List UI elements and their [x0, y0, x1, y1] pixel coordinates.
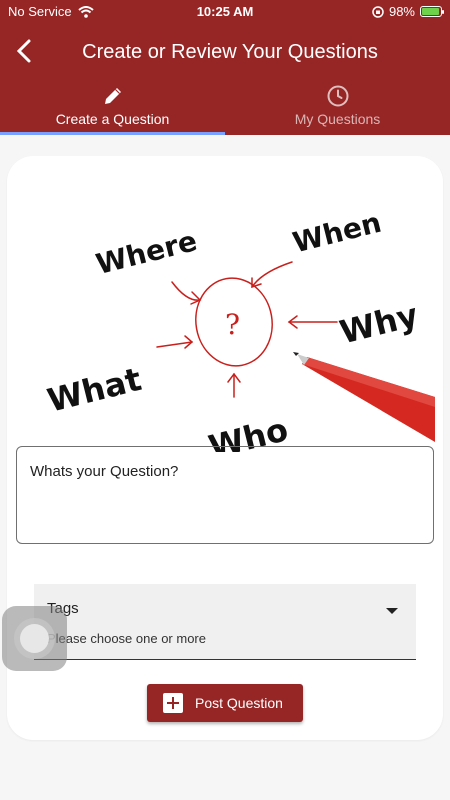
active-tab-indicator	[0, 132, 225, 135]
app-bar: Create or Review Your Questions	[0, 24, 450, 80]
word-where: Where	[93, 224, 201, 281]
orientation-lock-icon	[372, 5, 384, 18]
question-form-card: Where When Why What Who ? Whats your Que…	[7, 156, 443, 740]
page-title: Create or Review Your Questions	[82, 41, 378, 63]
tags-hint: Please choose one or more	[47, 631, 206, 646]
tab-bar: Create a Question My Questions	[0, 80, 450, 135]
status-bar: No Service 10:25 AM 98%	[0, 0, 450, 24]
battery-icon	[420, 6, 444, 17]
tab-create-question-label: Create a Question	[55, 111, 170, 127]
question-input[interactable]: Whats your Question?	[16, 446, 434, 544]
word-why: Why	[336, 296, 422, 352]
tab-my-questions-label: My Questions	[294, 111, 381, 127]
pencil-icon	[104, 88, 121, 104]
tab-my-questions[interactable]: My Questions	[225, 80, 450, 135]
tags-dropdown[interactable]: Tags Please choose one or more	[34, 584, 416, 660]
clock-icon	[327, 85, 348, 107]
word-what: What	[44, 360, 145, 420]
add-box-icon	[163, 693, 183, 713]
assistive-touch-button[interactable]	[2, 606, 67, 671]
post-question-button[interactable]: Post Question	[147, 684, 303, 722]
red-pen-illustration	[293, 352, 435, 442]
dropdown-arrow-icon	[386, 608, 398, 614]
battery-percent: 98%	[388, 4, 415, 19]
question-words-illustration: Where When Why What Who ?	[44, 206, 435, 452]
question-mark: ?	[225, 308, 240, 341]
word-when: When	[289, 206, 384, 260]
tab-create-question[interactable]: Create a Question	[0, 80, 225, 135]
red-sketch-arrows	[156, 261, 338, 398]
post-question-label: Post Question	[195, 695, 283, 711]
